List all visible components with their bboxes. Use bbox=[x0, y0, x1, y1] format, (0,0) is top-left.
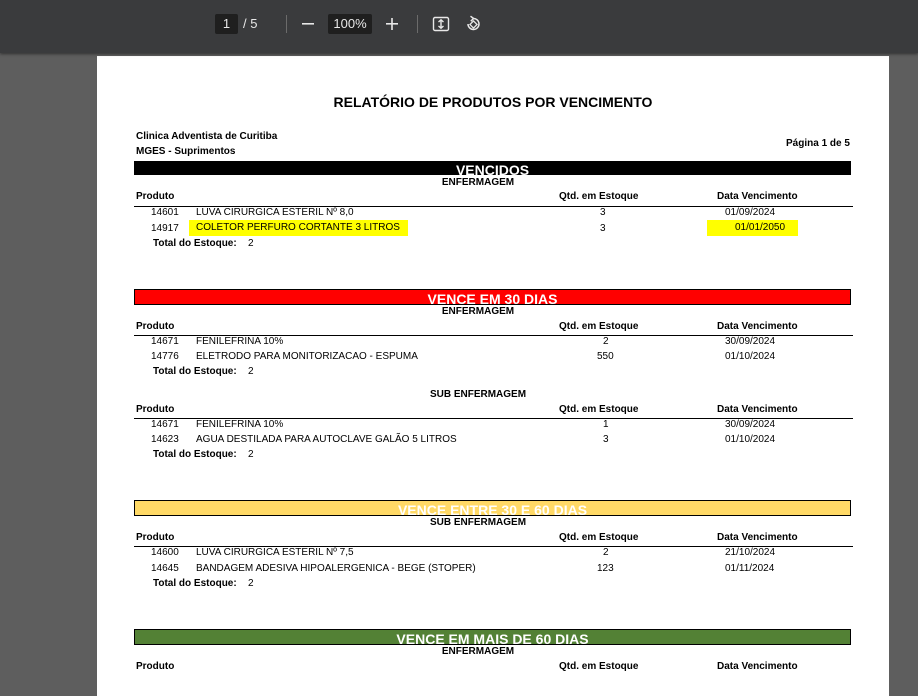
product-expiry-date: 30/09/2024 bbox=[725, 419, 776, 430]
product-code: 14601 bbox=[151, 207, 179, 218]
product-code: 14645 bbox=[151, 563, 179, 574]
product-quantity: 1 bbox=[603, 419, 609, 430]
page-number-input[interactable]: 1 bbox=[215, 14, 238, 34]
product-code: 14671 bbox=[151, 419, 179, 430]
product-expiry-date-highlighted: 01/01/2050 bbox=[707, 220, 799, 236]
product-description: ELETRODO PARA MONITORIZACAO - ESPUMA bbox=[196, 351, 418, 362]
page-total: / 5 bbox=[243, 16, 258, 31]
total-label: Total do Estoque: bbox=[153, 449, 237, 460]
column-header-produto: Produto bbox=[136, 532, 175, 543]
fit-page-button[interactable] bbox=[429, 12, 453, 36]
rotate-button[interactable] bbox=[461, 12, 485, 36]
product-description: AGUA DESTILADA PARA AUTOCLAVE GALÃO 5 LI… bbox=[196, 434, 457, 445]
product-description: LUVA CIRURGICA ESTERIL Nº 7,5 bbox=[196, 547, 354, 558]
column-header-produto: Produto bbox=[136, 321, 175, 332]
pdf-toolbar: 1 / 5 100% bbox=[0, 0, 918, 53]
total-value: 2 bbox=[248, 366, 254, 377]
column-header-data: Data Vencimento bbox=[717, 321, 798, 332]
group-name: ENFERMAGEM bbox=[441, 306, 515, 317]
total-label: Total do Estoque: bbox=[153, 366, 237, 377]
group-name: ENFERMAGEM bbox=[441, 646, 515, 657]
product-quantity: 2 bbox=[603, 547, 609, 558]
report-title: RELATÓRIO DE PRODUTOS POR VENCIMENTO bbox=[333, 94, 653, 110]
toolbar-divider bbox=[417, 15, 418, 33]
column-header-qtd: Qtd. em Estoque bbox=[559, 321, 639, 332]
product-quantity: 3 bbox=[600, 207, 606, 218]
page-indicator: Página 1 de 5 bbox=[786, 138, 850, 149]
total-value: 2 bbox=[248, 578, 254, 589]
product-description: LUVA CIRURGICA ESTERIL Nº 8,0 bbox=[196, 207, 354, 218]
product-code: 14917 bbox=[151, 223, 179, 234]
section-header-vencidos: VENCIDOS bbox=[134, 161, 851, 175]
product-expiry-date: 01/10/2024 bbox=[725, 351, 776, 362]
department-name: MGES - Suprimentos bbox=[136, 146, 236, 157]
column-header-data: Data Vencimento bbox=[717, 404, 798, 415]
group-name: SUB ENFERMAGEM bbox=[429, 389, 527, 400]
total-value: 2 bbox=[248, 238, 254, 249]
product-quantity: 550 bbox=[597, 351, 614, 362]
zoom-in-button[interactable] bbox=[380, 12, 404, 36]
product-description-highlighted: COLETOR PERFURO CORTANTE 3 LITROS bbox=[189, 220, 408, 236]
toolbar-divider bbox=[286, 15, 287, 33]
column-header-produto: Produto bbox=[136, 191, 175, 202]
total-value: 2 bbox=[248, 449, 254, 460]
column-header-data: Data Vencimento bbox=[717, 191, 798, 202]
column-header-produto: Produto bbox=[136, 404, 175, 415]
column-header-qtd: Qtd. em Estoque bbox=[559, 191, 639, 202]
zoom-level-input[interactable]: 100% bbox=[328, 14, 372, 34]
zoom-out-button[interactable] bbox=[296, 12, 320, 36]
product-expiry-date: 01/09/2024 bbox=[725, 207, 776, 218]
product-expiry-date: 01/10/2024 bbox=[725, 434, 776, 445]
pdf-page: RELATÓRIO DE PRODUTOS POR VENCIMENTO Cli… bbox=[97, 56, 889, 696]
product-code: 14671 bbox=[151, 336, 179, 347]
product-expiry-date: 30/09/2024 bbox=[725, 336, 776, 347]
product-quantity: 3 bbox=[600, 223, 606, 234]
section-header-mais-60-dias: VENCE EM MAIS DE 60 DIAS bbox=[134, 629, 851, 645]
product-code: 14776 bbox=[151, 351, 179, 362]
product-description: FENILEFRINA 10% bbox=[196, 336, 284, 347]
column-header-qtd: Qtd. em Estoque bbox=[559, 404, 639, 415]
fit-page-icon bbox=[432, 16, 450, 32]
column-header-qtd: Qtd. em Estoque bbox=[559, 532, 639, 543]
section-header-30-60-dias: VENCE ENTRE 30 E 60 DIAS bbox=[134, 500, 851, 516]
group-name: SUB ENFERMAGEM bbox=[429, 517, 527, 528]
column-header-data: Data Vencimento bbox=[717, 532, 798, 543]
minus-icon bbox=[302, 23, 314, 25]
total-label: Total do Estoque: bbox=[153, 578, 237, 589]
product-description: FENILEFRINA 10% bbox=[196, 419, 284, 430]
product-expiry-date: 01/11/2024 bbox=[725, 563, 775, 574]
product-description: BANDAGEM ADESIVA HIPOALERGENICA - BEGE (… bbox=[196, 563, 476, 574]
product-expiry-date: 21/10/2024 bbox=[725, 547, 776, 558]
plus-icon bbox=[386, 18, 398, 30]
product-quantity: 123 bbox=[597, 563, 614, 574]
product-code: 14600 bbox=[151, 547, 179, 558]
product-quantity: 2 bbox=[603, 336, 609, 347]
group-name: ENFERMAGEM bbox=[441, 177, 515, 188]
product-quantity: 3 bbox=[603, 434, 609, 445]
organization-name: Clinica Adventista de Curitiba bbox=[136, 131, 278, 142]
section-header-30-dias: VENCE EM 30 DIAS bbox=[134, 289, 851, 305]
total-label: Total do Estoque: bbox=[153, 238, 237, 249]
rotate-icon bbox=[467, 15, 480, 31]
product-code: 14623 bbox=[151, 434, 179, 445]
